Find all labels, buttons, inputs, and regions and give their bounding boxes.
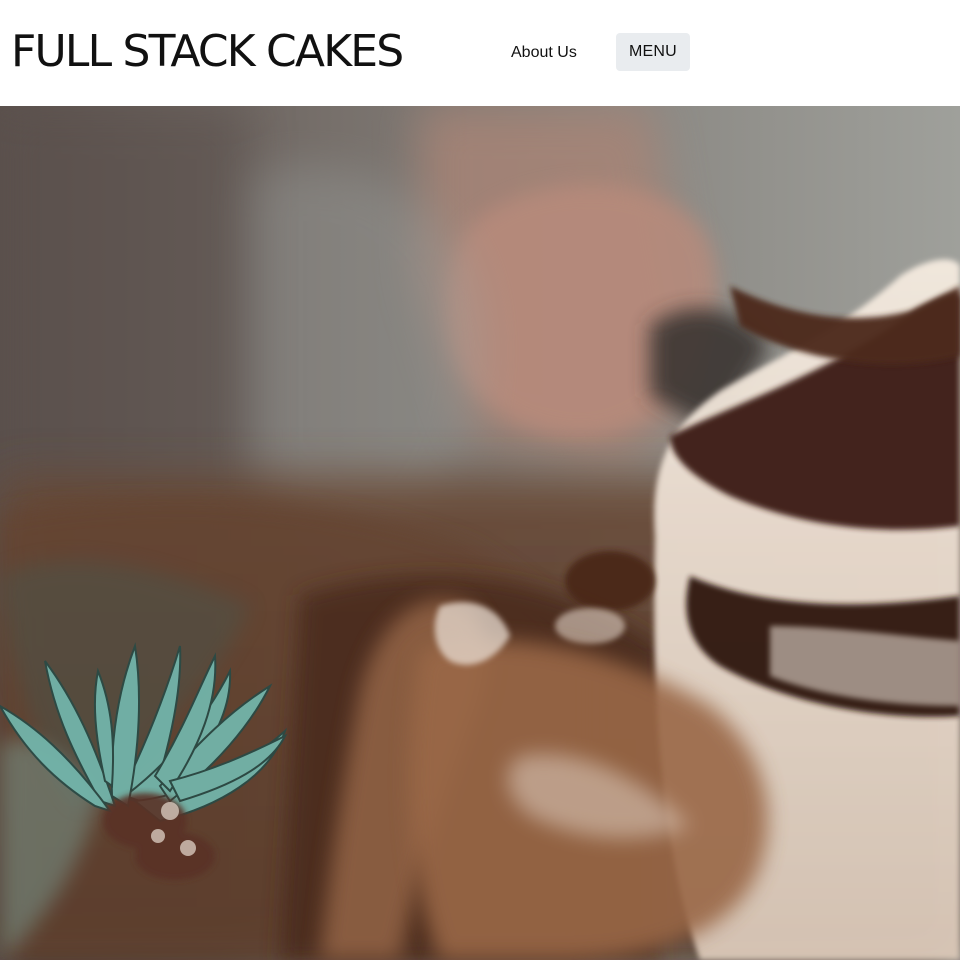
- site-title[interactable]: FULL STACK CAKES: [11, 22, 404, 82]
- rosemary-leaves-image: [0, 642, 288, 880]
- nav-link-about-us[interactable]: About Us: [511, 42, 577, 64]
- menu-button[interactable]: MENU: [616, 33, 690, 71]
- site-header: FULL STACK CAKES About Us MENU: [0, 0, 960, 106]
- hero-image: [0, 106, 960, 960]
